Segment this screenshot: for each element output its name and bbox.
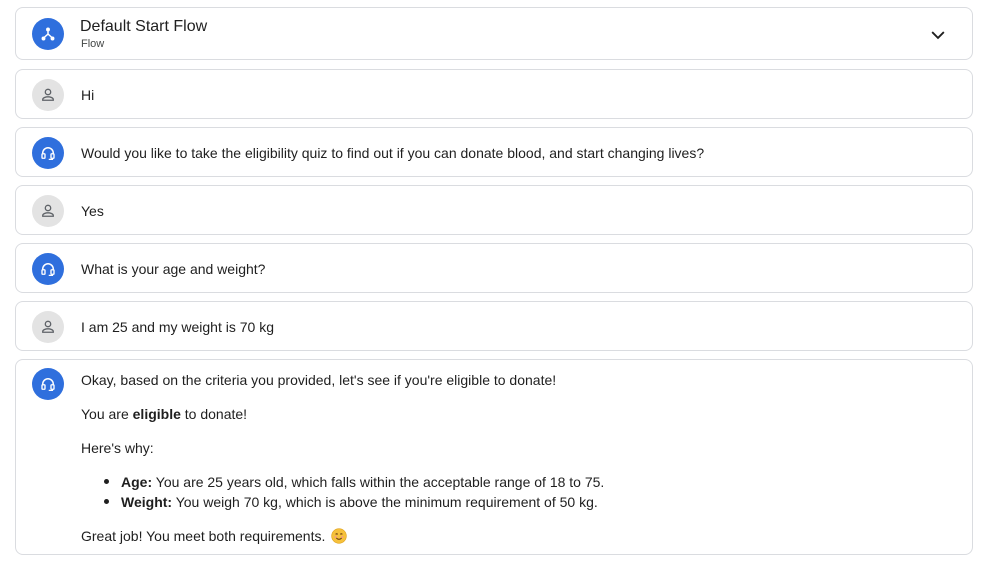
bullet-dot <box>104 479 109 484</box>
result-prefix: You are <box>81 406 133 422</box>
result-suffix: to donate! <box>180 406 248 422</box>
bullet-text: You weigh 70 kg, which is above the mini… <box>172 494 598 510</box>
response-closing: Great job! You meet both requirements. <box>81 527 347 545</box>
person-icon <box>32 311 64 343</box>
user-message-card: Yes <box>15 185 973 235</box>
message-text: Hi <box>81 87 95 103</box>
result-bold: eligible <box>132 406 181 422</box>
flow-icon <box>32 18 64 50</box>
response-intro: Okay, based on the criteria you provided… <box>81 372 557 388</box>
bullet-label: Age: <box>121 474 153 490</box>
message-text: What is your age and weight? <box>81 261 266 277</box>
message-text: I am 25 and my weight is 70 kg <box>81 319 274 335</box>
chevron-down-icon[interactable] <box>928 25 948 45</box>
bullet-dot <box>104 499 109 504</box>
response-why: Here's why: <box>81 440 154 456</box>
agent-message-card: Would you like to take the eligibility q… <box>15 127 973 177</box>
flow-header-card[interactable]: Default Start Flow Flow <box>15 7 973 60</box>
flow-title: Default Start Flow <box>80 18 208 35</box>
person-icon <box>32 195 64 227</box>
bullet-text: You are 25 years old, which falls within… <box>152 474 605 490</box>
person-icon <box>32 79 64 111</box>
agent-response-card: Okay, based on the criteria you provided… <box>15 359 973 555</box>
headset-icon <box>32 137 64 169</box>
message-text: Yes <box>81 203 104 219</box>
headset-icon <box>32 368 64 400</box>
bullet-label: Weight: <box>121 494 173 510</box>
bullet-weight: Weight: You weigh 70 kg, which is above … <box>121 493 598 511</box>
agent-message-card: What is your age and weight? <box>15 243 973 293</box>
response-result: You are eligible to donate! <box>81 405 247 423</box>
flow-subtitle: Flow <box>81 38 105 50</box>
smiling-face-icon <box>331 528 347 544</box>
closing-text: Great job! You meet both requirements. <box>81 528 326 544</box>
bullet-age: Age: You are 25 years old, which falls w… <box>121 473 604 491</box>
user-message-card: I am 25 and my weight is 70 kg <box>15 301 973 351</box>
message-text: Would you like to take the eligibility q… <box>81 145 705 161</box>
headset-icon <box>32 253 64 285</box>
user-message-card: Hi <box>15 69 973 119</box>
